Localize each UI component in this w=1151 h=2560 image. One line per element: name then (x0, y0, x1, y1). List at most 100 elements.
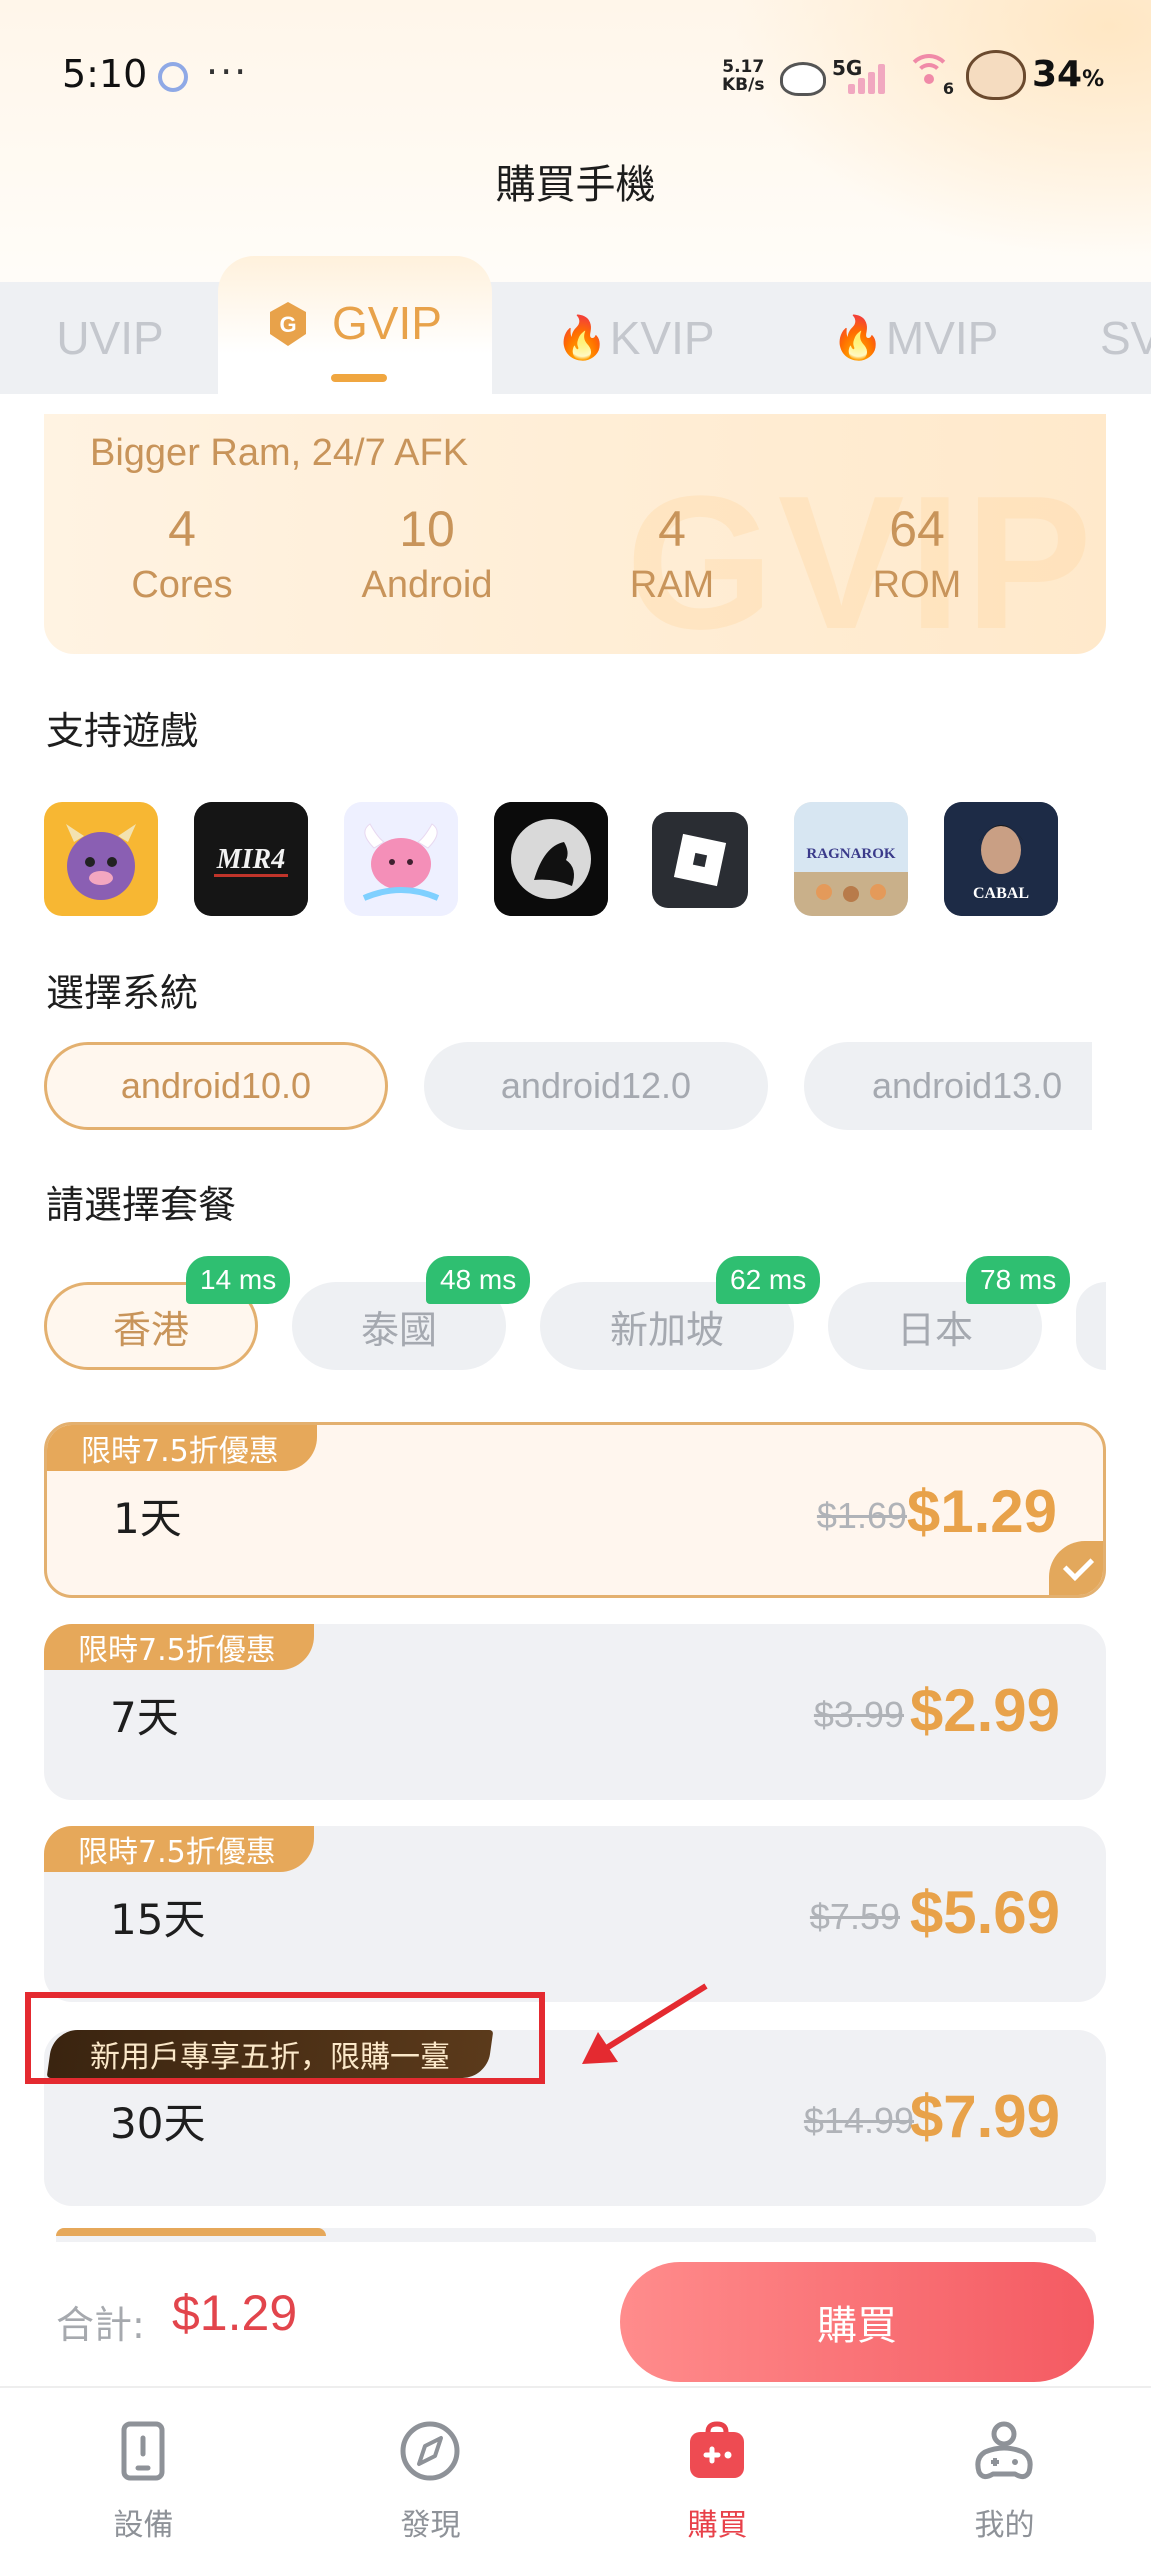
plan-name: 7天 (110, 1693, 179, 1742)
plan-old-price: $14.99 (803, 2100, 914, 2141)
plan-1-day[interactable]: 限時7.5折優惠 1天 $1.69 $1.29 (44, 1422, 1106, 1598)
system-option-android10[interactable]: android10.0 (44, 1042, 388, 1130)
spec-value: 4 (168, 501, 196, 557)
system-option-android12[interactable]: android12.0 (424, 1042, 768, 1130)
ping-badge: 48 ms (426, 1256, 531, 1304)
nav-label: 發現 (400, 2508, 461, 2543)
spec-value: 64 (889, 501, 945, 557)
tab-kvip[interactable]: 🔥 KVIP (500, 282, 770, 394)
tab-label: MVIP (885, 312, 999, 364)
signal-icon (848, 62, 892, 94)
battery-level: 34% (1032, 54, 1104, 95)
total-value: $1.29 (172, 2285, 298, 2341)
total-label: 合計: (56, 2303, 145, 2347)
plan-next-peek (56, 2228, 1096, 2242)
nav-devices[interactable]: 設備 (0, 2388, 287, 2560)
spec-android: 10 Android (327, 500, 527, 607)
spec-label: ROM (872, 564, 962, 606)
tab-svip[interactable]: SV (1100, 282, 1151, 394)
bun-battery-icon (966, 50, 1026, 100)
checkout-bar: 合計: $1.29 購買 (0, 2244, 1151, 2384)
selected-check-icon (1049, 1541, 1103, 1595)
network-speed-value: 5.17 (722, 57, 765, 77)
package-section-title: 請選擇套餐 (46, 1183, 237, 1227)
plan-discount-badge: 限時7.5折優惠 (44, 1624, 314, 1670)
plan-name: 1天 (113, 1494, 182, 1543)
buy-button[interactable]: 購買 (620, 2262, 1094, 2382)
more-notifications-icon: ··· (206, 50, 249, 94)
notification-icon (158, 62, 188, 92)
device-icon (121, 2421, 165, 2481)
plan-price: $2.99 (909, 1677, 1060, 1744)
plan-price: $7.99 (909, 2083, 1060, 2150)
plan-name: 15天 (110, 1895, 206, 1944)
nav-discover[interactable]: 發現 (287, 2388, 574, 2560)
plan-discount-badge: 限時7.5折優惠 (44, 1826, 314, 1872)
plan-7-days[interactable]: 限時7.5折優惠 7天 $3.99 $2.99 (44, 1624, 1106, 1800)
ping-badge: 14 ms (186, 1256, 291, 1304)
active-tab-indicator (331, 374, 387, 382)
spec-ram: 4 RAM (572, 500, 772, 607)
plan-price: $5.69 (909, 1879, 1060, 1946)
tab-label: SV (1100, 312, 1151, 364)
tab-label: UVIP (56, 312, 164, 364)
bottom-navigation: 設備 發現 購買 我的 (0, 2386, 1151, 2560)
shop-bag-icon (690, 2421, 744, 2478)
cat-sticker-icon (780, 62, 826, 96)
battery-value: 34 (1032, 54, 1083, 95)
spec-card: GVIP Bigger Ram, 24/7 AFK 4 Cores 10 And… (44, 414, 1106, 654)
pink-poring-game-icon[interactable] (344, 802, 458, 916)
ragnarok-game-text: RAGNAROK (806, 846, 895, 862)
roblox-game-icon[interactable] (652, 812, 748, 908)
spec-value: 10 (399, 501, 455, 557)
games-section-title: 支持遊戲 (46, 709, 199, 753)
spec-label: Cores (131, 564, 233, 606)
tab-uvip[interactable]: UVIP (20, 282, 200, 394)
page-title: 購買手機 (495, 162, 656, 208)
ragnarok-game-icon[interactable]: RAGNAROK (794, 802, 908, 916)
tab-label: GVIP (332, 297, 442, 349)
purple-monster-game-icon[interactable] (44, 802, 158, 916)
compass-icon (400, 2421, 460, 2481)
tab-mvip[interactable]: 🔥 MVIP (780, 282, 1050, 394)
nav-buy[interactable]: 購買 (574, 2388, 861, 2560)
nav-me[interactable]: 我的 (861, 2388, 1148, 2560)
wifi-icon: 6 (906, 54, 954, 98)
system-section-title: 選擇系統 (46, 971, 199, 1015)
spec-rom: 64 ROM (817, 500, 1017, 607)
profile-gamepad-icon (975, 2421, 1033, 2480)
crow-moon-game-icon[interactable] (494, 802, 608, 916)
mir4-game-icon[interactable]: MIR4 (194, 802, 308, 916)
wifi-sub: 6 (942, 79, 954, 98)
plan-discount-badge: 限時7.5折優惠 (47, 1425, 317, 1471)
spec-tagline: Bigger Ram, 24/7 AFK (90, 432, 469, 474)
svg-text:G: G (279, 312, 296, 337)
annotation-highlight-box (25, 1992, 545, 2084)
plan-name: 30天 (110, 2099, 206, 2148)
mir4-game-text: MIR4 (216, 844, 285, 875)
tab-label: KVIP (609, 312, 715, 364)
plan-old-price: $3.99 (813, 1694, 904, 1735)
cabal-game-text: CABAL (973, 885, 1029, 902)
plan-15-days[interactable]: 限時7.5折優惠 15天 $7.59 $5.69 (44, 1826, 1106, 2002)
plan-price: $1.29 (906, 1478, 1057, 1545)
nav-label: 設備 (113, 2508, 174, 2543)
tab-gvip[interactable]: G GVIP (218, 256, 492, 396)
spec-label: RAM (629, 564, 715, 606)
spec-cores: 4 Cores (82, 500, 282, 607)
network-speed-unit: KB/s (722, 75, 765, 95)
region-more[interactable] (1076, 1282, 1106, 1370)
nav-label: 購買 (687, 2508, 748, 2543)
system-option-android13[interactable]: android13.0 (804, 1042, 1092, 1130)
plan-old-price: $1.69 (816, 1495, 907, 1536)
spec-value: 4 (658, 501, 686, 557)
vip-tab-strip: UVIP 🔥 KVIP 🔥 MVIP SV (0, 282, 1151, 394)
status-bar: 5:10 ··· 5.17 KB/s 5G 6 34% (0, 0, 1151, 150)
spec-label: Android (361, 564, 493, 606)
ping-badge: 62 ms (716, 1256, 821, 1304)
cabal-game-icon[interactable]: CABAL (944, 802, 1058, 916)
gvip-shield-icon: G (270, 302, 306, 346)
fire-icon: 🔥 (555, 313, 608, 361)
annotation-arrow-icon (582, 1983, 708, 2064)
ping-badge: 78 ms (966, 1256, 1071, 1304)
